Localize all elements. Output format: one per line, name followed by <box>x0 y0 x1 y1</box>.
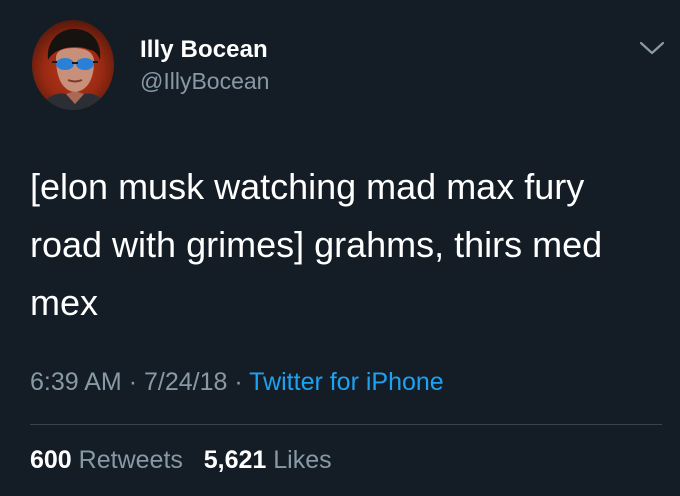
divider <box>30 424 662 425</box>
meta-separator: · <box>128 368 138 396</box>
tweet-date[interactable]: 7/24/18 <box>144 368 227 396</box>
retweets-stat[interactable]: 600 Retweets <box>30 446 183 474</box>
meta-separator: · <box>234 368 243 396</box>
like-count: 5,621 <box>203 446 267 474</box>
tweet-stats: 600 Retweets 5,621 Likes <box>30 446 332 475</box>
tweet-text-line: road with grimes] grahms, thirs med <box>30 224 603 265</box>
avatar-portrait <box>40 28 108 110</box>
tweet-text-line: [elon musk watching mad max fury <box>30 166 585 207</box>
retweet-count: 600 <box>30 446 72 474</box>
author-display-name[interactable]: Illy Bocean <box>140 36 268 64</box>
tweet-text-line: mex <box>30 282 99 323</box>
tweet-text: [elon musk watching mad max fury road wi… <box>30 158 660 332</box>
chevron-down-icon[interactable] <box>638 38 666 58</box>
retweet-label: Retweets <box>78 446 183 474</box>
likes-stat[interactable]: 5,621 Likes <box>204 446 332 474</box>
like-label: Likes <box>273 446 332 474</box>
tweet-card: Illy Bocean @IllyBocean [elon musk watch… <box>0 0 680 496</box>
tweet-metadata: 6:39 AM · 7/24/18 · Twitter for iPhone <box>30 368 444 397</box>
tweet-source-link[interactable]: Twitter for iPhone <box>249 368 444 396</box>
tweet-time[interactable]: 6:39 AM <box>30 368 122 396</box>
author-handle[interactable]: @IllyBocean <box>140 68 269 95</box>
avatar[interactable] <box>32 20 114 110</box>
